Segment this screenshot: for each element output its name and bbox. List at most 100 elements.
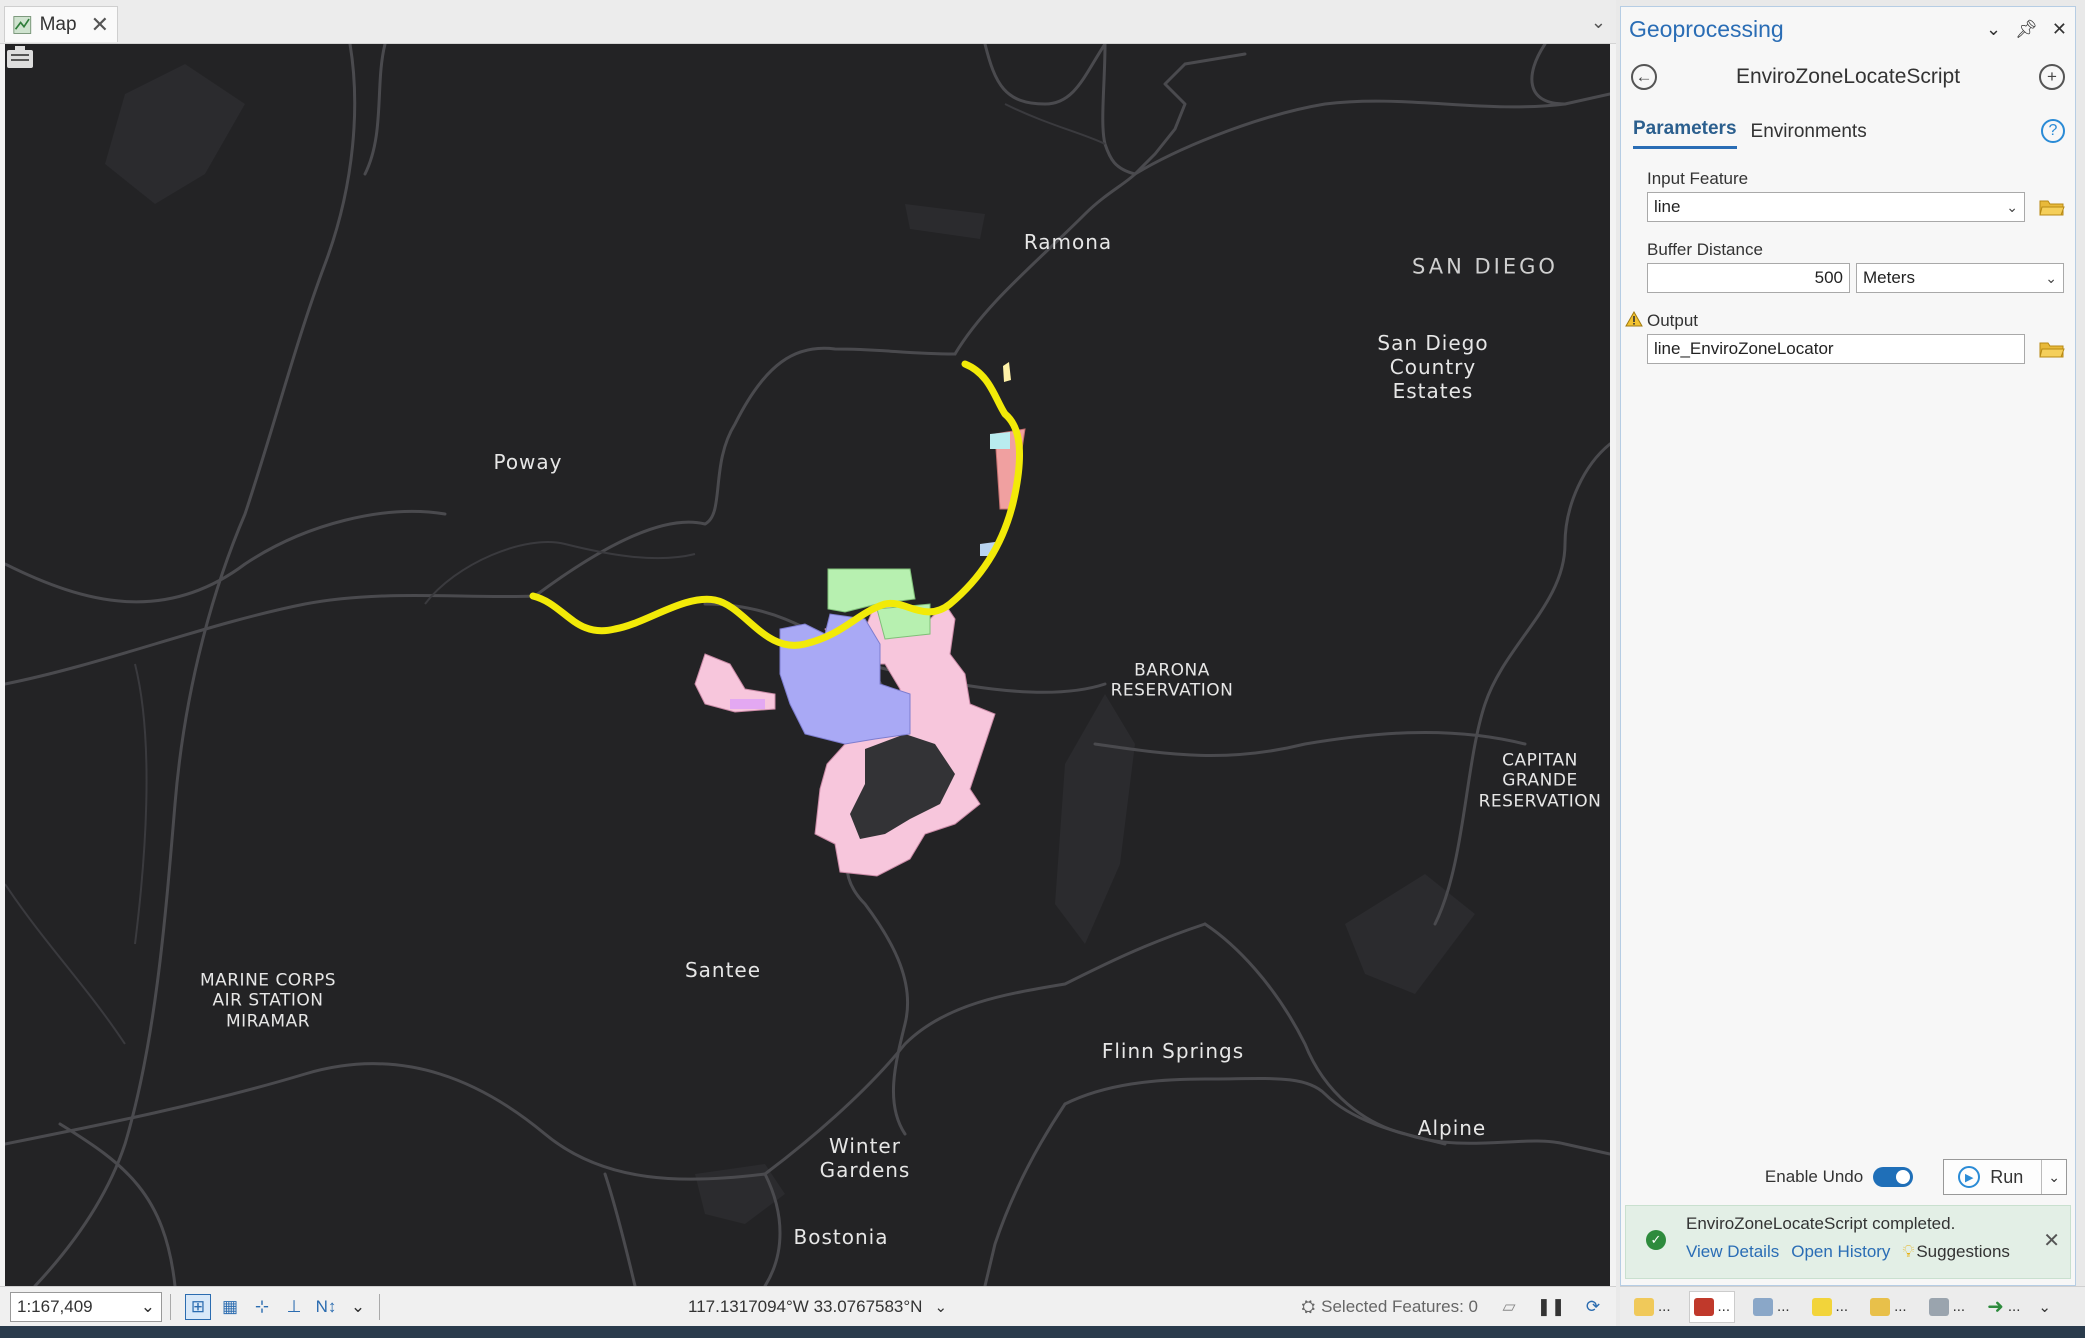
fixed-zoom-icon[interactable]: ⊞ (185, 1293, 211, 1320)
dock-tab-label: ... (1717, 1298, 1731, 1315)
label-marine-corps: MARINE CORPS AIR STATION MIRAMAR (199, 970, 337, 1032)
tool-toolbar: ← EnviroZoneLocateScript + (1621, 51, 2075, 103)
pause-icon[interactable]: ❚❚ (1537, 1294, 1566, 1320)
param-input-feature: Input Feature line ⌄ (1621, 169, 2075, 222)
open-history-link[interactable]: Open History (1791, 1242, 1890, 1262)
geoprocessing-pane: Geoprocessing ⌄ 📌︎ ✕ ← EnviroZoneLocateS… (1620, 6, 2076, 1286)
status-text: EnviroZoneLocateScript completed. (1686, 1214, 1956, 1233)
status-message: ✓ EnviroZoneLocateScript completed. View… (1625, 1205, 2071, 1279)
buffer-distance-label: Buffer Distance (1647, 240, 1763, 259)
refresh-icon[interactable]: ⟳ (1580, 1294, 1606, 1320)
chevron-down-icon[interactable]: ⌄ (2042, 1169, 2066, 1186)
catalog-icon (1634, 1297, 1654, 1316)
chevron-down-icon: ⌄ (2045, 269, 2057, 286)
selected-features[interactable]: ⛭ Selected Features: 0 (1302, 1297, 1478, 1317)
map-tab-bar: Map ✕ ⌄ (0, 0, 1616, 44)
dock-tab-label: ... (1658, 1298, 1671, 1315)
output-input[interactable]: line_EnviroZoneLocator (1647, 334, 2025, 364)
buffer-unit-select[interactable]: Meters ⌄ (1856, 263, 2064, 293)
pane-title: Geoprocessing (1629, 15, 1784, 42)
divider (379, 1293, 380, 1320)
dock-tab-label: ... (1894, 1298, 1907, 1315)
buffer-unit-value: Meters (1863, 268, 1915, 287)
play-icon: ▶ (1958, 1166, 1981, 1188)
dock-tab-geoprocessing[interactable]: ... (1688, 1290, 1736, 1323)
label-poway: Poway (493, 450, 563, 474)
chevron-down-icon[interactable]: ⌄ (934, 1298, 947, 1316)
scale-select[interactable]: 1:167,409 ⌄ (10, 1291, 162, 1322)
map-canvas[interactable]: Ramona SAN DIEGO San Diego Country Estat… (5, 44, 1610, 1286)
run-button[interactable]: ▶ Run ⌄ (1943, 1159, 2067, 1195)
lightbulb-icon: 💡︎ (1902, 1242, 1915, 1261)
constraint-icon[interactable]: ⊥ (281, 1294, 307, 1320)
snapping-icon[interactable]: ⊹ (249, 1294, 275, 1320)
map-icon (13, 15, 32, 34)
help-icon[interactable]: ? (2041, 119, 2065, 143)
output-value: line_EnviroZoneLocator (1654, 339, 1834, 358)
enable-undo-toggle[interactable] (1873, 1167, 1914, 1187)
route-line (529, 360, 1024, 649)
basemap (5, 44, 1610, 1286)
create-features-icon (1870, 1297, 1891, 1316)
add-icon[interactable]: + (2039, 64, 2065, 90)
buffer-distance-input[interactable]: 500 (1647, 263, 1850, 293)
scale-value: 1:167,409 (17, 1296, 93, 1316)
suggestions-label: Suggestions (1916, 1242, 2010, 1261)
coordinate-readout: 117.1317094°W 33.0767583°N (688, 1296, 923, 1316)
dock-tab-create[interactable]: ... (1866, 1291, 1911, 1323)
view-details-link[interactable]: View Details (1686, 1242, 1779, 1262)
run-main[interactable]: ▶ Run (1944, 1160, 2043, 1194)
dock-tab-arrow[interactable]: ➜ ... (1983, 1291, 2024, 1323)
chevron-down-icon[interactable]: ⌄ (345, 1294, 371, 1320)
suggestions-link[interactable]: 💡︎ Suggestions (1902, 1242, 2009, 1262)
tab-environments[interactable]: Environments (1751, 121, 1867, 149)
folder-icon[interactable] (2039, 197, 2065, 217)
dock-tab-label: ... (2007, 1298, 2021, 1315)
chevron-down-icon[interactable]: ⌄ (2038, 1298, 2051, 1316)
taskbar-strip (0, 1326, 2085, 1338)
map-tab[interactable]: Map ✕ (4, 6, 118, 42)
dock-tab-modify[interactable]: ... (1808, 1291, 1853, 1323)
dock-tab-label: ... (1952, 1298, 1966, 1315)
navigator-icon[interactable] (5, 44, 35, 70)
enable-undo-label: Enable Undo (1764, 1167, 1864, 1186)
tab-parameters[interactable]: Parameters (1633, 118, 1737, 149)
dock-tab-attributes[interactable]: ... (1925, 1291, 1970, 1323)
input-feature-select[interactable]: line ⌄ (1647, 192, 2025, 222)
clear-selection-icon[interactable]: ▱ (1496, 1294, 1522, 1320)
map-status-bar: 1:167,409 ⌄ ⊞ ▦ ⊹ ⊥ N↕ ⌄ 117.1317094°W 3… (0, 1286, 1616, 1326)
dock-tab-catalog[interactable]: ... (1630, 1291, 1675, 1323)
chevron-down-icon[interactable]: ⌄ (1591, 12, 1606, 33)
grid-icon[interactable]: ▦ (217, 1294, 243, 1320)
arrow-right-icon: ➜ (1987, 1296, 2004, 1318)
check-circle-icon: ✓ (1646, 1230, 1666, 1250)
output-label: Output (1647, 311, 1699, 330)
buffer-distance-value: 500 (1814, 268, 1843, 287)
label-san-diego-country-estates: San Diego Country Estates (1377, 331, 1489, 403)
chevron-down-icon: ⌄ (2006, 198, 2018, 215)
param-output: Output line_EnviroZoneLocator (1621, 311, 2075, 364)
dock-tab-symbology[interactable]: ... (1749, 1291, 1794, 1323)
close-icon[interactable]: ✕ (2052, 19, 2067, 40)
map-pane: Map ✕ ⌄ Ramona SAN DIEGO San Diego Count… (0, 0, 1616, 1338)
close-icon[interactable]: ✕ (91, 12, 109, 38)
label-san-diego: SAN DIEGO (1412, 254, 1558, 279)
north-arrow-icon[interactable]: N↕ (313, 1294, 339, 1320)
pin-icon[interactable]: 📌︎ (2015, 19, 2038, 40)
warning-icon (1625, 311, 1643, 327)
label-winter-gardens: Winter Gardens (819, 1134, 911, 1182)
attributes-icon (1928, 1297, 1949, 1316)
tool-footer: Enable Undo ▶ Run ⌄ ✓ EnviroZoneLocateSc… (1621, 1159, 2075, 1285)
chevron-down-icon[interactable]: ⌄ (1986, 19, 2001, 40)
folder-icon[interactable] (2039, 339, 2065, 359)
tool-name: EnviroZoneLocateScript (1735, 65, 1961, 88)
dock-tab-label: ... (1777, 1298, 1790, 1315)
label-flinn-springs: Flinn Springs (1101, 1039, 1245, 1063)
label-alpine: Alpine (1417, 1116, 1487, 1140)
close-icon[interactable]: ✕ (2043, 1228, 2060, 1253)
label-barona-reservation: BARONA RESERVATION (1110, 660, 1234, 701)
dock-tab-strip: ... ... ... ... ... ... ➜ ... ⌄ (1620, 1286, 2085, 1326)
back-icon[interactable]: ← (1631, 64, 1657, 90)
param-buffer-distance: Buffer Distance 500 Meters ⌄ (1621, 240, 2075, 293)
label-bostonia: Bostonia (793, 1225, 889, 1249)
